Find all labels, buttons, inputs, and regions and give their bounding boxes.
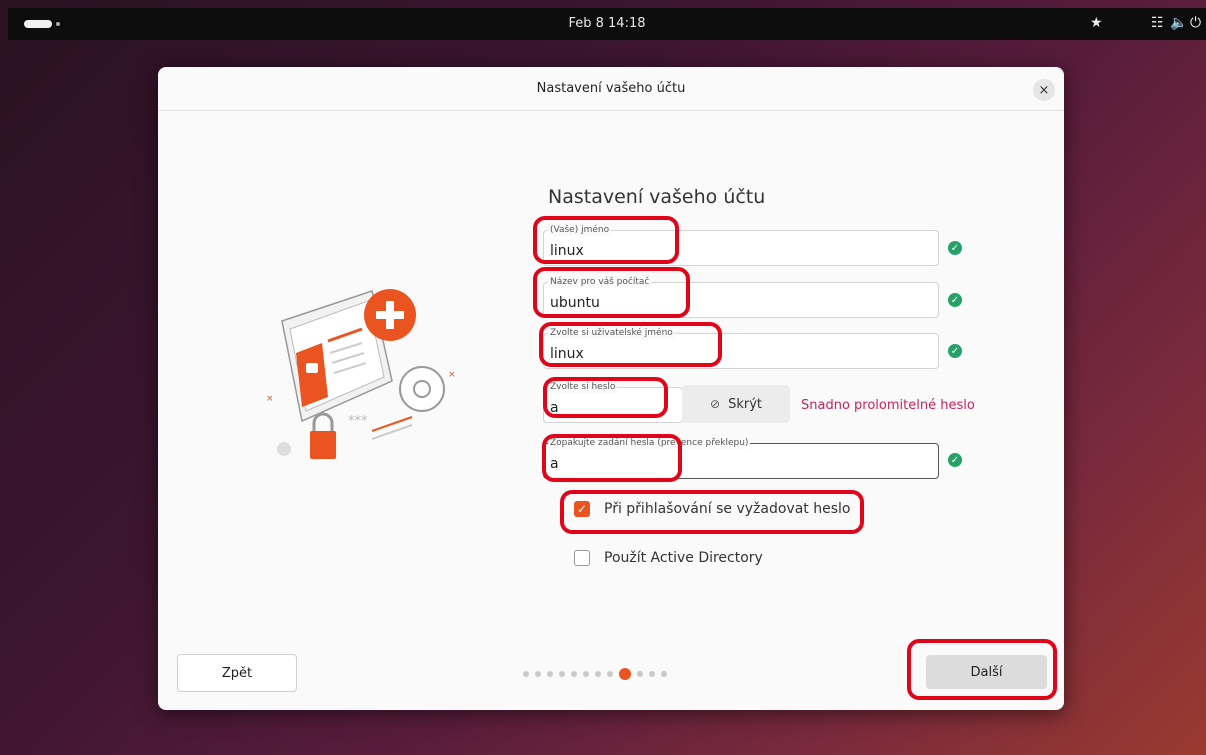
header-separator [158,110,1064,111]
svg-text:***: *** [348,414,368,429]
hostname-value: ubuntu [550,295,600,311]
name-field[interactable]: (Vaše) jméno linux [543,224,939,266]
svg-text:×: × [448,370,456,380]
setup-dialog: Nastavení vašeho účtu × *** × × Nastaven… [158,67,1064,710]
close-icon: × [1038,82,1050,98]
back-button[interactable]: Zpět [177,654,297,692]
accessibility-icon[interactable]: ★ [1090,15,1103,31]
confirm-valid-icon: ✓ [948,453,962,467]
reveal-password-button[interactable]: ⊘ Skrýt [682,385,790,423]
next-button[interactable]: Další [926,655,1047,689]
confirm-password-label: Zopakujte zadání hesla (prevence překlep… [548,437,751,449]
hostname-field[interactable]: Název pro váš počítač ubuntu [543,276,939,318]
password-strength-text: Snadno prolomitelné heslo [801,398,975,413]
volume-icon[interactable]: 🔈 [1170,15,1187,31]
clock[interactable]: Feb 8 14:18 [8,16,1206,31]
password-value: a [550,400,559,416]
hostname-label: Název pro váš počítač [548,276,652,288]
require-password-label: Při přihlašování se vyžadovat heslo [604,501,851,517]
username-field[interactable]: Zvolte si uživatelské jméno linux [543,327,939,369]
name-valid-icon: ✓ [948,241,962,255]
step-dot [535,671,541,677]
step-dot [547,671,553,677]
step-dot [661,671,667,677]
reveal-label: Skrýt [728,396,762,412]
confirm-password-value: a [550,456,559,472]
network-icon[interactable]: ☷ [1151,15,1164,31]
name-label: (Vaše) jméno [548,224,612,236]
step-dot [571,671,577,677]
name-value: linux [550,243,584,259]
step-dot-current [619,668,631,680]
step-dot [595,671,601,677]
active-directory-row[interactable]: Použít Active Directory [574,550,763,566]
step-dot [607,671,613,677]
top-bar: Feb 8 14:18 ★ ☷ 🔈 ⏻ [8,8,1206,40]
step-dot [559,671,565,677]
form-heading: Nastavení vašeho účtu [548,186,766,208]
step-dot [637,671,643,677]
password-label: Zvolte si heslo [548,381,618,393]
require-password-checkbox[interactable]: ✓ [574,501,590,517]
close-button[interactable]: × [1033,79,1055,101]
require-password-row[interactable]: ✓ Při přihlašování se vyžadovat heslo [574,501,850,517]
username-valid-icon: ✓ [948,344,962,358]
step-indicator [523,668,673,680]
account-illustration: *** × × [266,289,456,459]
step-dot [649,671,655,677]
username-value: linux [550,346,584,362]
hostname-valid-icon: ✓ [948,293,962,307]
active-directory-checkbox[interactable] [574,550,590,566]
step-dot [523,671,529,677]
power-icon[interactable]: ⏻ [1190,15,1201,31]
step-dot [583,671,589,677]
active-directory-label: Použít Active Directory [604,550,763,566]
username-label: Zvolte si uživatelské jméno [548,327,675,339]
svg-text:×: × [266,394,274,404]
eye-slash-icon: ⊘ [710,397,721,411]
dialog-title: Nastavení vašeho účtu [536,81,686,96]
password-field[interactable]: Zvolte si heslo a [543,381,683,423]
confirm-password-field[interactable]: Zopakujte zadání hesla (prevence překlep… [543,437,939,479]
